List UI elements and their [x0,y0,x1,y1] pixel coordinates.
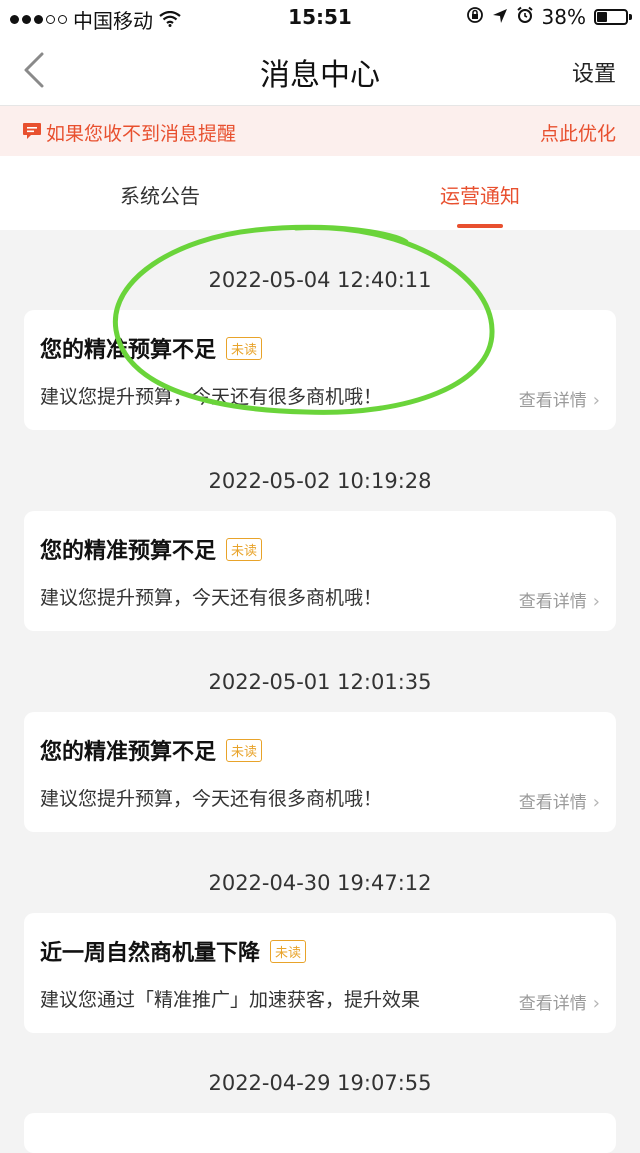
message-group: 2022-05-04 12:40:11 您的精准预算不足 未读 建议您提升预算，今… [0,230,640,431]
battery-level [597,12,607,22]
optimize-link[interactable]: 点此优化 [540,119,616,146]
chevron-right-icon: › [592,993,600,1014]
message-timestamp: 2022-04-29 19:07:55 [208,1071,432,1095]
message-card[interactable]: 您的精准预算不足 未读 建议您提升预算，今天还有很多商机哦！ 查看详情 › [24,310,616,430]
unread-badge: 未读 [226,538,263,561]
message-card[interactable]: 近一周自然商机量下降 未读 建议您通过「精准推广」加速获客，提升效果 查看详情 › [24,913,616,1033]
alarm-icon [516,5,534,29]
notification-tip-banner: 如果您收不到消息提醒 点此优化 [0,106,640,156]
message-title: 近一周自然商机量下降 未读 [40,935,307,967]
status-bar-right: 38% [466,5,632,29]
message-timestamp: 2022-05-02 10:19:28 [208,469,432,493]
rotation-lock-icon [466,5,484,29]
chevron-right-icon: › [592,390,600,411]
navigation-bar: 消息中心 设置 [0,34,640,106]
message-title: 您的精准预算不足 未读 [40,734,263,766]
unread-badge: 未读 [270,940,307,963]
view-details-link[interactable]: 查看详情 › [519,989,600,1014]
location-arrow-icon [492,5,508,29]
message-title: 您的精准预算不足 未读 [40,332,263,364]
active-tab-indicator [457,224,503,228]
battery-percent: 38% [541,5,586,29]
battery-icon [594,9,632,25]
view-details-label: 查看详情 [518,391,587,411]
tab-bar: 系统公告 运营通知 [0,156,640,230]
message-group: 2022-05-02 10:19:28 您的精准预算不足 未读 建议您提升预算，今… [0,431,640,632]
message-timestamp: 2022-05-01 12:01:35 [208,670,432,694]
message-card[interactable]: 您的精准预算不足 未读 建议您提升预算，今天还有很多商机哦！ 查看详情 › [24,712,616,832]
message-icon [23,123,41,139]
view-details-link[interactable]: 查看详情 › [519,587,600,612]
view-details-label: 查看详情 [518,793,587,813]
message-title-text: 您的精准预算不足 [40,338,217,363]
page-title: 消息中心 [260,58,380,93]
message-group: 2022-04-30 19:47:12 近一周自然商机量下降 未读 建议您通过「精… [0,833,640,1034]
settings-button[interactable]: 设置 [572,56,616,88]
tab-operation-notice[interactable]: 运营通知 [320,180,640,209]
message-timestamp: 2022-04-30 19:47:12 [208,871,432,895]
message-body: 建议您提升预算，今天还有很多商机哦！ [40,587,383,609]
chevron-right-icon: › [592,792,600,813]
unread-badge: 未读 [226,739,263,762]
message-timestamp: 2022-05-04 12:40:11 [208,268,432,292]
message-title-text: 您的精准预算不足 [40,539,217,564]
view-details-link[interactable]: 查看详情 › [519,788,600,813]
message-title-text: 近一周自然商机量下降 [40,941,261,966]
view-details-label: 查看详情 [518,592,587,612]
message-body: 建议您提升预算，今天还有很多商机哦！ [40,788,383,810]
unread-badge: 未读 [226,337,263,360]
view-details-label: 查看详情 [518,994,587,1014]
status-bar: 中国移动 15:51 38% [0,0,640,34]
message-list: 2022-05-04 12:40:11 您的精准预算不足 未读 建议您提升预算，今… [0,230,640,1034]
message-body: 建议您通过「精准推广」加速获客，提升效果 [40,989,421,1011]
message-title: 您的精准预算不足 未读 [40,533,263,565]
message-group: 2022-05-01 12:01:35 您的精准预算不足 未读 建议您提升预算，今… [0,632,640,833]
chevron-right-icon: › [592,591,600,612]
message-card[interactable] [24,1113,616,1153]
banner-text: 如果您收不到消息提醒 [46,123,237,145]
message-title-text: 您的精准预算不足 [40,740,217,765]
view-details-link[interactable]: 查看详情 › [519,386,600,411]
message-body: 建议您提升预算，今天还有很多商机哦！ [40,386,383,408]
tab-system-announcement[interactable]: 系统公告 [0,180,320,209]
message-card[interactable]: 您的精准预算不足 未读 建议您提升预算，今天还有很多商机哦！ 查看详情 › [24,511,616,631]
